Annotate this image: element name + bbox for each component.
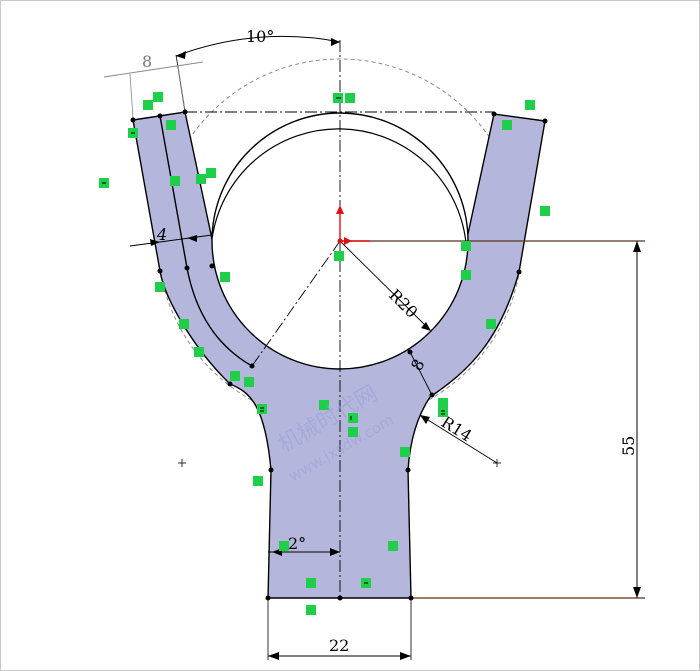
- tangent-icon: [155, 282, 165, 292]
- parallel-icon: [196, 174, 206, 184]
- width-dim-line: [103, 61, 204, 78]
- tangent-icon: [194, 347, 204, 357]
- tangent-icon: [461, 270, 471, 280]
- width-dim-ext-right: [177, 65, 186, 111]
- tangent-icon: [179, 319, 189, 329]
- height-arrow-bottom: [633, 587, 641, 598]
- parallel-icon: [166, 120, 176, 130]
- parallel-icon: [143, 100, 153, 110]
- tangent-icon: [220, 272, 230, 282]
- bottom-arrow-left: [268, 652, 279, 660]
- width-dim-ext-left: [129, 73, 134, 119]
- dim-width-top[interactable]: 8: [142, 52, 152, 71]
- tangent-icon: [461, 241, 471, 251]
- dim-angle-top[interactable]: 10°: [246, 27, 274, 46]
- tangent-icon: [206, 168, 216, 178]
- sketch-canvas[interactable]: 10° 8 4 R20 8 R14 55 2° 22 机械时代网 www.jxs…: [0, 0, 700, 671]
- parallel-icon: [279, 541, 289, 551]
- equal-icon: [257, 404, 267, 414]
- parallel-icon: [502, 120, 512, 130]
- tangent-icon: [170, 176, 180, 186]
- tangent-icon: [230, 371, 240, 381]
- dim-angle-stem[interactable]: 2°: [288, 534, 306, 553]
- parallel-icon: [244, 377, 254, 387]
- tangent-icon: [253, 476, 263, 486]
- dim-height-total[interactable]: 55: [619, 436, 638, 456]
- tangent-icon: [400, 447, 410, 457]
- angle-arrow-right: [331, 38, 340, 46]
- bottom-arrow-right: [400, 652, 411, 660]
- coincident-icon: [153, 92, 163, 102]
- dim-width-bottom[interactable]: 22: [329, 636, 349, 655]
- tangent-icon: [306, 605, 316, 615]
- tangent-icon: [345, 93, 355, 103]
- hole-top-mask: [212, 128, 466, 243]
- parallel-icon: [388, 541, 398, 551]
- dim-radius-fillet[interactable]: R14: [438, 412, 476, 445]
- parallel-icon: [525, 100, 535, 110]
- tangent-icon: [486, 319, 496, 329]
- tangent-icon: [438, 398, 448, 408]
- parallel-icon: [334, 251, 344, 261]
- fillet-arrow: [420, 415, 430, 424]
- tangent-icon: [540, 206, 550, 216]
- height-arrow-top: [633, 241, 641, 252]
- equal-icon: [438, 407, 448, 417]
- dim-thickness-left[interactable]: 4: [156, 225, 167, 244]
- tangent-icon: [306, 578, 316, 588]
